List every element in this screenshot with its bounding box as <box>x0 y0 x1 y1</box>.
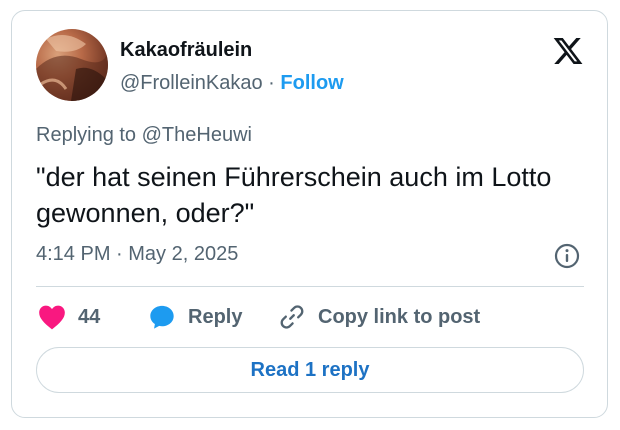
heart-icon <box>39 305 65 330</box>
follow-link[interactable]: Follow <box>280 72 343 94</box>
like-count: 44 <box>78 305 101 328</box>
avatar[interactable] <box>36 29 108 101</box>
speech-bubble-icon <box>150 305 174 329</box>
copy-link-button[interactable]: Copy link to post <box>278 301 480 333</box>
replying-to[interactable]: Replying to @TheHeuwi <box>36 123 252 147</box>
reply-label: Reply <box>188 305 243 328</box>
divider <box>36 286 584 287</box>
info-icon[interactable] <box>554 243 580 269</box>
handle-row: @FrolleinKakao · Follow <box>120 71 344 95</box>
x-logo-icon[interactable] <box>552 35 584 67</box>
tweet-text: "der hat seinen Führerschein auch im Lot… <box>36 162 552 228</box>
link-icon <box>280 305 304 329</box>
copy-link-label: Copy link to post <box>318 305 481 328</box>
like-button[interactable]: 44 <box>38 301 100 333</box>
tweet-card: Kakaofräulein @FrolleinKakao · Follow Re… <box>11 10 608 418</box>
reply-button[interactable]: Reply <box>148 301 242 333</box>
display-name[interactable]: Kakaofräulein <box>120 38 252 62</box>
tweet-timestamp[interactable]: 4:14 PM · May 2, 2025 <box>36 242 238 266</box>
profile-photo <box>36 35 108 101</box>
user-handle[interactable]: @FrolleinKakao <box>120 72 263 94</box>
separator-dot: · <box>268 72 275 94</box>
read-replies-button[interactable]: Read 1 reply <box>36 347 584 393</box>
